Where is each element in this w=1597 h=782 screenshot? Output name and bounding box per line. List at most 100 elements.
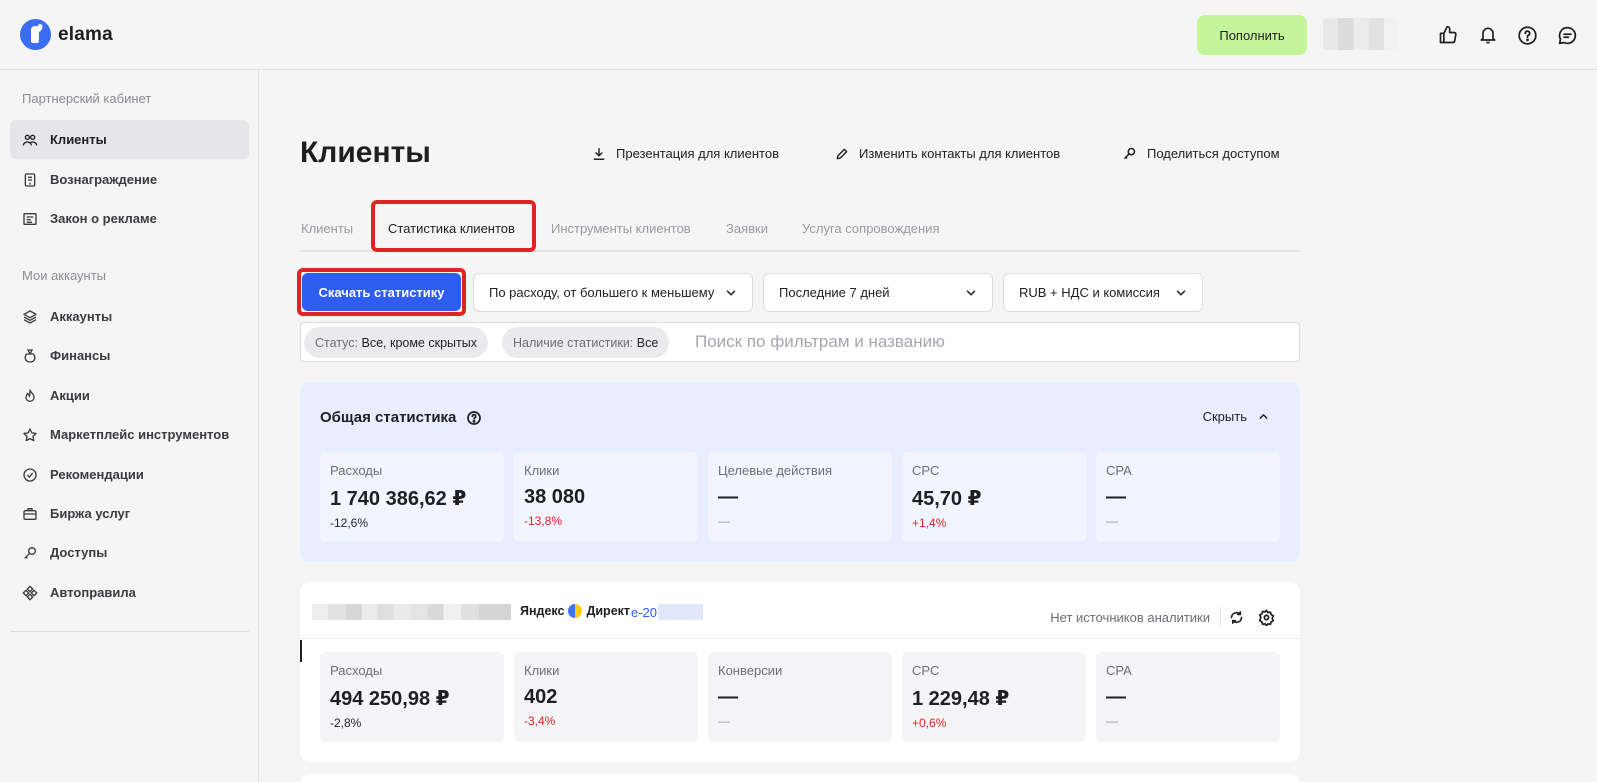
action-label: Изменить контакты для клиентов — [859, 146, 1061, 161]
vertical-separator — [1220, 607, 1221, 627]
platform-label: Яндекс Директ — [520, 604, 630, 618]
sidebar-item-accounts[interactable]: Аккаунты — [10, 297, 249, 336]
no-analytics-link[interactable]: Нет источников аналитики — [1050, 610, 1210, 625]
client-account-card: Яндекс Директ e-20 Нет источников аналит… — [300, 582, 1300, 762]
card-delta: -13,8% — [524, 514, 563, 528]
sidebar-section-accounts: Мои аккаунты — [22, 268, 107, 283]
next-client-card — [300, 774, 1300, 782]
card-value: — — [1106, 686, 1126, 708]
sidebar-section-partner: Партнерский кабинет — [22, 91, 152, 106]
law-icon — [23, 212, 37, 225]
sidebar-divider — [10, 631, 249, 632]
refresh-icon[interactable] — [1226, 607, 1246, 627]
clients-icon — [22, 134, 38, 145]
chip-key: Наличие статистики: — [513, 335, 634, 350]
help-icon[interactable] — [1515, 23, 1539, 47]
search-input[interactable]: Поиск по фильтрам и названию — [695, 332, 945, 352]
chip-key: Статус: — [315, 335, 358, 350]
download-icon — [593, 147, 605, 160]
sidebar-item-label: Закон о рекламе — [50, 211, 157, 226]
logo-mark-icon — [20, 19, 51, 50]
platform-part2: Директ — [586, 604, 631, 618]
account-avatar-blurred[interactable] — [1323, 18, 1399, 50]
chevron-down-icon — [1176, 289, 1186, 296]
card-delta: — — [718, 714, 730, 728]
sidebar-item-label: Аккаунты — [50, 309, 113, 324]
tab-requests[interactable]: Заявки — [726, 207, 768, 250]
sidebar-item-reward[interactable]: Вознаграждение — [10, 160, 249, 199]
bell-icon[interactable] — [1476, 23, 1500, 47]
client-name-blurred[interactable] — [312, 604, 511, 620]
chevron-up-icon — [1259, 414, 1268, 419]
account-id-prefix: e-20 — [631, 604, 658, 620]
action-label: Презентация для клиентов — [616, 146, 779, 161]
client-card-clicks: Клики 402 -3,4% — [514, 652, 698, 742]
stat-card-cpa: CPA — — — [1096, 452, 1280, 542]
autorules-icon — [22, 584, 38, 601]
hide-statistics-toggle[interactable]: Скрыть — [1203, 409, 1270, 424]
account-id-blurred — [658, 604, 704, 620]
thumbs-up-icon[interactable] — [1436, 23, 1460, 47]
sidebar-item-label: Автоправила — [50, 585, 136, 600]
top-header: elama Пополнить — [0, 0, 1597, 70]
yandex-direct-icon — [568, 604, 583, 618]
sidebar-item-ad-law[interactable]: Закон о рекламе — [10, 199, 249, 238]
card-delta: -3,4% — [524, 714, 556, 728]
stat-card-cpc: CPC 45,70 ₽ +1,4% — [902, 452, 1086, 542]
card-delta: +0,6% — [912, 716, 947, 730]
sort-select[interactable]: По расходу, от большего к меньшему — [473, 273, 753, 312]
sidebar-item-recommendations[interactable]: Рекомендации — [10, 455, 249, 494]
sidebar-item-label: Доступы — [50, 545, 108, 560]
card-value: 38 080 — [524, 486, 586, 508]
tab-client-tools[interactable]: Инструменты клиентов — [551, 207, 691, 250]
sidebar-item-promotions[interactable]: Акции — [10, 376, 249, 415]
tab-support-service[interactable]: Услуга сопровождения — [802, 207, 939, 250]
period-select[interactable]: Последние 7 дней — [763, 273, 993, 312]
star-icon — [23, 427, 37, 441]
sidebar-item-autorules[interactable]: Автоправила — [10, 573, 249, 612]
pencil-icon — [836, 148, 848, 159]
filter-chip-statistics[interactable]: Наличие статистики: Все — [502, 327, 670, 358]
chat-icon[interactable] — [1555, 23, 1579, 47]
card-label: CPA — [1106, 663, 1132, 678]
account-id-link[interactable]: e-20 — [631, 604, 704, 620]
hide-label: Скрыть — [1202, 409, 1247, 424]
filter-chip-status[interactable]: Статус: Все, кроме скрытых — [304, 327, 488, 358]
topup-button[interactable]: Пополнить — [1197, 15, 1307, 55]
sidebar-item-marketplace[interactable]: Маркетплейс инструментов — [10, 415, 249, 454]
sidebar-item-services-exchange[interactable]: Биржа услуг — [10, 494, 249, 533]
card-value: 494 250,98 ₽ — [330, 688, 450, 710]
card-value: 1 229,48 ₽ — [912, 688, 1010, 710]
sidebar-item-label: Клиенты — [50, 132, 107, 147]
card-delta: — — [718, 514, 730, 528]
card-delta: +1,4% — [912, 516, 947, 530]
filter-search-bar[interactable]: Статус: Все, кроме скрытых Наличие стати… — [300, 322, 1300, 362]
sidebar-item-label: Вознаграждение — [50, 172, 158, 187]
general-title-text: Общая статистика — [320, 409, 457, 426]
sidebar-item-clients[interactable]: Клиенты — [10, 120, 249, 159]
tab-clients[interactable]: Клиенты — [301, 207, 353, 250]
client-card-cpc: CPC 1 229,48 ₽ +0,6% — [902, 652, 1086, 742]
card-value: — — [718, 686, 738, 708]
elama-logo[interactable]: elama — [20, 19, 113, 50]
card-label: CPC — [912, 663, 940, 678]
share-access-link[interactable]: Поделиться доступом — [1122, 146, 1280, 161]
sidebar-item-access[interactable]: Доступы — [10, 533, 249, 572]
card-delta: -12,6% — [330, 516, 369, 530]
gear-icon[interactable] — [1256, 607, 1276, 627]
client-presentation-link[interactable]: Презентация для клиентов — [592, 146, 779, 161]
card-label: Целевые действия — [718, 463, 833, 478]
sidebar-item-finance[interactable]: Финансы — [10, 336, 249, 375]
card-value: — — [718, 486, 738, 508]
general-statistics-title: Общая статистика — [320, 409, 482, 426]
action-label: Поделиться доступом — [1147, 146, 1280, 161]
logo-text: elama — [58, 23, 113, 45]
edit-contacts-link[interactable]: Изменить контакты для клиентов — [835, 146, 1060, 161]
money-bag-icon — [24, 348, 36, 363]
period-select-value: Последние 7 дней — [779, 285, 890, 300]
currency-select[interactable]: RUB + НДС и комиссия — [1003, 273, 1203, 312]
card-label: Расходы — [330, 663, 383, 678]
card-delta: — — [1106, 714, 1118, 728]
help-icon[interactable] — [466, 410, 482, 426]
stat-card-spend: Расходы 1 740 386,62 ₽ -12,6% — [320, 452, 504, 542]
